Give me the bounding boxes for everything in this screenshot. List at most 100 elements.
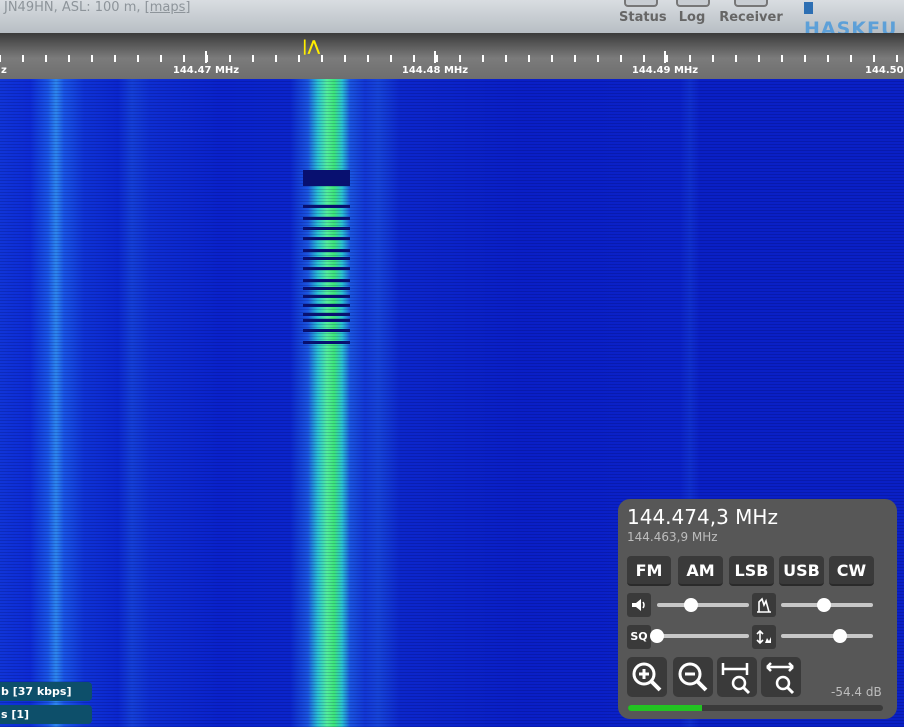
scale-tick — [413, 55, 415, 62]
volume-slider[interactable] — [657, 598, 749, 612]
scale-tick — [551, 55, 553, 62]
scale-major-tick — [664, 51, 666, 63]
scale-tick — [827, 55, 829, 62]
mode-lsb-button[interactable]: LSB — [729, 556, 774, 586]
scale-tick — [620, 55, 622, 62]
scale-tick — [160, 55, 162, 62]
top-bar: JN49HN, ASL: 100 m, [maps] Status Log Re… — [0, 0, 904, 33]
volume-icon[interactable] — [627, 593, 651, 617]
scale-tick — [873, 55, 875, 62]
scale-tick — [114, 55, 116, 62]
scale-tick — [68, 55, 70, 62]
scale-tick — [229, 55, 231, 62]
s-meter-fill — [628, 705, 702, 711]
signal-level: -54.4 dB — [831, 685, 882, 699]
scale-tick — [528, 55, 530, 62]
receiver-button[interactable]: Receiver — [719, 0, 783, 33]
scale-tick — [298, 55, 300, 62]
scale-tick — [505, 55, 507, 62]
carrier-gap — [303, 249, 350, 252]
scale-tick — [137, 55, 139, 62]
carrier-gap — [303, 319, 350, 322]
noise-reduction-slider[interactable] — [781, 598, 873, 612]
scale-tick — [597, 55, 599, 62]
mode-usb-button[interactable]: USB — [779, 556, 824, 586]
scale-tick — [45, 55, 47, 62]
scale-label: 144.50 M — [865, 65, 904, 76]
location-text: JN49HN, ASL: 100 m, — [4, 0, 141, 15]
scale-label: z — [1, 65, 7, 76]
receiver-location: JN49HN, ASL: 100 m, [maps] — [4, 0, 190, 15]
scale-major-tick — [434, 51, 436, 63]
noise-reduction-icon[interactable] — [752, 593, 776, 617]
s-meter — [628, 705, 883, 711]
agc-knob[interactable] — [832, 629, 847, 643]
scale-major-tick — [205, 51, 207, 63]
mode-fm-button[interactable]: FM — [627, 556, 671, 586]
logo-mark-icon — [804, 2, 813, 14]
scale-tick — [482, 55, 484, 62]
scale-tick — [183, 55, 185, 62]
site-logo: HASKFU — [804, 0, 904, 33]
zoom-in-button[interactable] — [627, 657, 667, 697]
scale-tick — [689, 55, 691, 62]
scale-tick — [252, 55, 254, 62]
zoom-out-icon — [678, 662, 708, 692]
zoom-to-band-button[interactable] — [717, 657, 757, 697]
carrier-gap — [303, 279, 350, 282]
squelch-slider[interactable] — [650, 629, 749, 643]
agc-slider[interactable] — [781, 629, 873, 643]
carrier-gap — [303, 267, 350, 270]
scale-tick — [0, 55, 1, 62]
scale-label: 144.47 MHz — [172, 65, 240, 76]
carrier-gap — [303, 237, 350, 240]
scale-tick — [275, 55, 277, 62]
scale-tick — [850, 55, 852, 62]
scale-tick — [390, 55, 392, 62]
carrier-gap — [303, 313, 350, 316]
status-button[interactable]: Status — [619, 0, 667, 33]
zoom-out-button[interactable] — [673, 657, 713, 697]
tuning-marker-icon[interactable]: |⋀ — [302, 37, 320, 55]
carrier-gap — [303, 304, 350, 307]
mode-cw-button[interactable]: CW — [829, 556, 874, 586]
maps-link[interactable]: [maps] — [145, 0, 191, 15]
squelch-label: SQ — [630, 630, 648, 643]
scale-tick — [758, 55, 760, 62]
status-icon — [624, 0, 658, 7]
scale-tick — [436, 55, 438, 62]
carrier-gap — [303, 170, 350, 184]
agc-icon[interactable] — [752, 625, 776, 649]
logo-text: HASKFU — [804, 18, 898, 33]
scale-label: 144.49 MHz — [631, 65, 699, 76]
receiver-label: Receiver — [719, 10, 783, 25]
scale-tick — [459, 55, 461, 62]
scale-tick — [643, 55, 645, 62]
carrier-gap — [303, 257, 350, 260]
volume-knob[interactable] — [684, 598, 699, 612]
noise-reduction-knob[interactable] — [817, 598, 832, 612]
receiver-icon — [734, 0, 768, 7]
squelch-icon[interactable]: SQ — [627, 625, 651, 649]
receiver-control-panel: 144.474,3 MHz 144.463,9 MHz FM AM LSB US… — [618, 499, 897, 719]
frequency-scale[interactable]: z 144.47 MHz 144.48 MHz 144.49 MHz 144.5… — [0, 33, 904, 79]
bandwidth-indicator: b [37 kbps] — [0, 682, 92, 701]
mode-am-button[interactable]: AM — [678, 556, 723, 586]
tuned-frequency[interactable]: 144.474,3 MHz — [627, 505, 778, 529]
zoom-band-icon — [721, 663, 751, 695]
carrier-gap — [303, 227, 350, 230]
zoom-full-icon — [766, 662, 795, 695]
clients-indicator: s [1] — [0, 705, 92, 724]
carrier-gap — [303, 341, 350, 344]
scale-tick — [781, 55, 783, 62]
scale-tick — [367, 55, 369, 62]
carrier-gap — [303, 217, 350, 220]
scale-tick — [712, 55, 714, 62]
log-label: Log — [678, 10, 706, 25]
carrier-gap — [303, 183, 350, 186]
carrier-gap — [303, 329, 350, 332]
zoom-full-button[interactable] — [761, 657, 801, 697]
squelch-knob[interactable] — [650, 629, 664, 643]
scale-tick — [896, 55, 898, 62]
log-button[interactable]: Log — [676, 0, 710, 33]
